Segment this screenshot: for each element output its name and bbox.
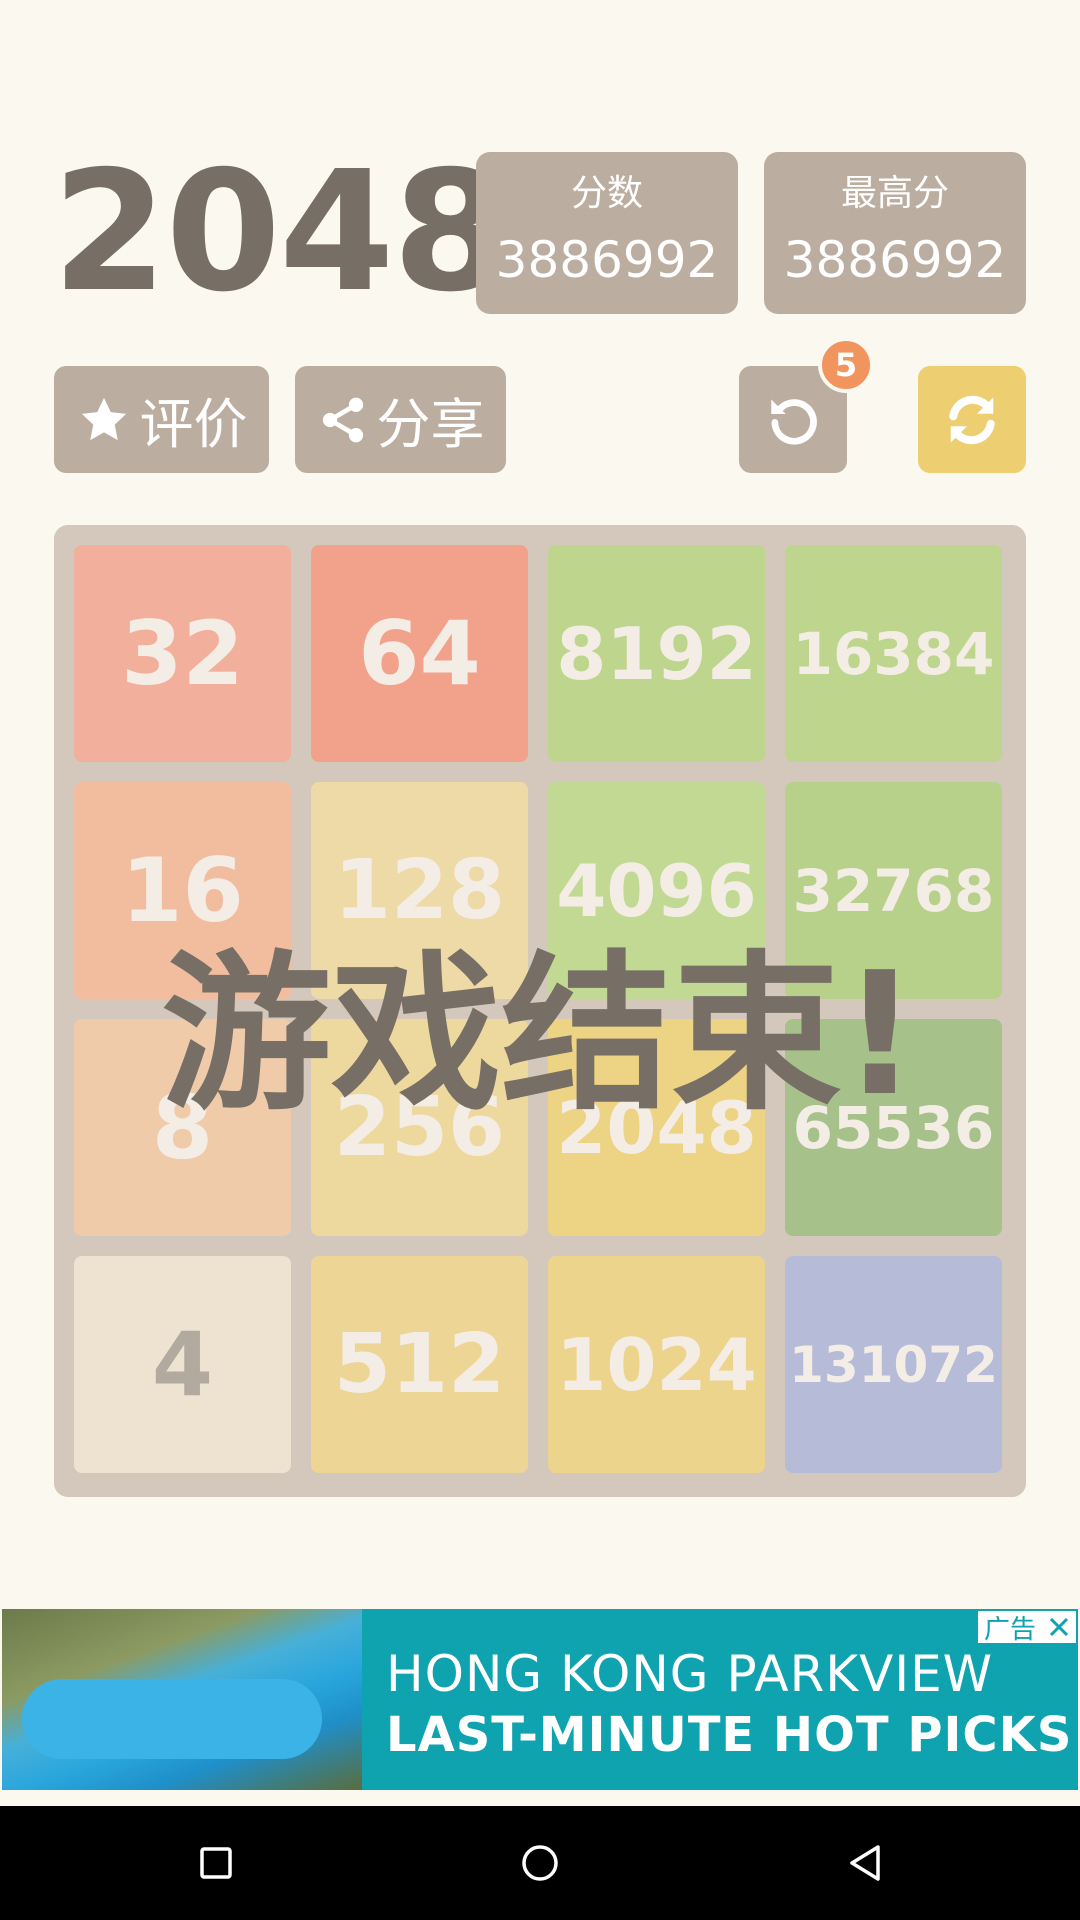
ad-banner[interactable]: HONG KONG PARKVIEW LAST-MINUTE HOT PICKS… xyxy=(2,1609,1078,1790)
game-title: 2048 xyxy=(52,136,508,329)
score-box: 分数 3886992 xyxy=(476,152,738,314)
ad-headline: HONG KONG PARKVIEW xyxy=(386,1645,994,1703)
game-board[interactable]: 3264819216384161284096327688256204865536… xyxy=(54,525,1026,1497)
share-button[interactable]: 分享 xyxy=(295,366,506,473)
star-icon xyxy=(76,392,132,448)
rate-button-label: 评价 xyxy=(139,393,248,456)
ad-subheadline: LAST-MINUTE HOT PICKS xyxy=(386,1707,1073,1763)
share-button-label: 分享 xyxy=(376,393,485,456)
ad-choices-tag[interactable]: 广告 xyxy=(975,1609,1078,1645)
game-over-text: 游戏结束! xyxy=(161,936,919,1134)
ad-label: 广告 xyxy=(983,1614,1036,1645)
system-nav-bar xyxy=(0,1806,1080,1920)
undo-icon xyxy=(764,391,822,449)
best-score-box: 最高分 3886992 xyxy=(764,152,1026,314)
rate-button[interactable]: 评价 xyxy=(54,366,269,473)
close-icon[interactable] xyxy=(1042,1611,1076,1643)
share-icon xyxy=(317,394,369,446)
best-score-value: 3886992 xyxy=(783,231,1007,289)
back-triangle-icon[interactable] xyxy=(840,1838,890,1888)
undo-count-badge: 5 xyxy=(818,337,874,393)
best-score-label: 最高分 xyxy=(840,173,949,214)
refresh-icon xyxy=(942,390,1002,450)
score-value: 3886992 xyxy=(495,231,719,289)
home-circle-icon[interactable] xyxy=(515,1838,565,1888)
restart-button[interactable] xyxy=(918,366,1026,473)
recents-square-icon[interactable] xyxy=(191,1838,241,1888)
ad-image xyxy=(2,1609,362,1790)
score-label: 分数 xyxy=(570,173,643,214)
